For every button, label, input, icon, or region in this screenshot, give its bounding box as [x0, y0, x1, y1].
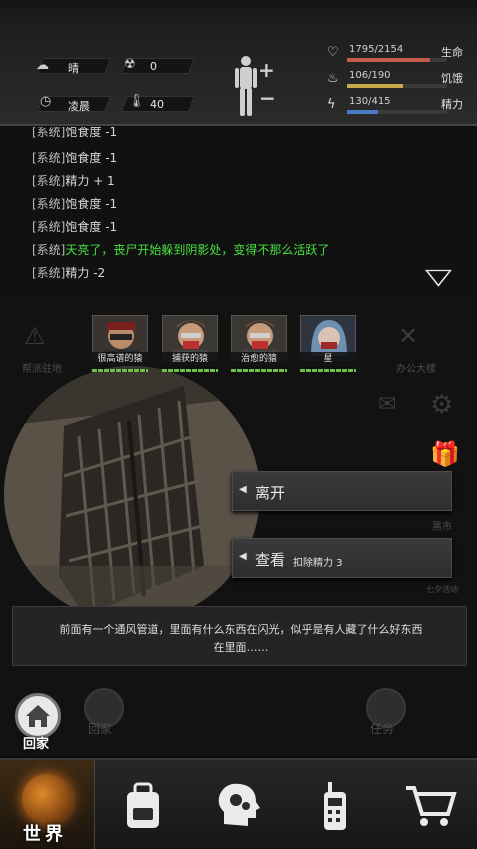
- log-line: [系统]精力 -2: [32, 266, 106, 280]
- status-bar: ☁ 晴 ☢ 0 ◷ 凌晨 🌡 40 + − ♡ 1795/2154 生命 ♨ 1…: [0, 0, 477, 126]
- gift-icon[interactable]: 🎁: [430, 440, 460, 468]
- description-line: 前面有一个通风管道，里面有什么东西在闪光，似乎是有人藏了什么好东西: [59, 623, 423, 636]
- energy-bar: [347, 110, 447, 114]
- minus-icon[interactable]: −: [259, 86, 276, 110]
- faded-left-label: 帮派驻地: [22, 364, 62, 375]
- faded-right-label: 办公大楼: [396, 364, 436, 375]
- survivor-name: 星: [298, 352, 358, 366]
- log-line: [系统]天亮了，丧尸开始躲到阴影处，变得不那么活跃了: [32, 243, 330, 257]
- bottom-tab-bar: 世界: [0, 758, 477, 849]
- tab-radio[interactable]: [286, 760, 381, 849]
- survivor-name: 很高谱的猿: [90, 352, 150, 366]
- description-line: 在里面……: [213, 641, 269, 654]
- survivor-name: 捕获的猿: [160, 352, 220, 366]
- log-line: [系统]饱食度 -1: [32, 197, 118, 211]
- leave-label: 离开: [255, 484, 286, 502]
- health-bar: [347, 58, 447, 62]
- event-description-box: 前面有一个通风管道，里面有什么东西在闪光，似乎是有人藏了什么好东西 在里面……: [12, 606, 467, 666]
- radiation-value: 0: [150, 60, 157, 73]
- temperature-value: 40: [150, 98, 164, 111]
- survivor-health-bar: [92, 369, 148, 372]
- ghost-home-button: 回家: [78, 688, 134, 748]
- event-description: 前面有一个通风管道，里面有什么东西在闪光，似乎是有人藏了什么好东西 在里面……: [33, 621, 449, 657]
- home-label: 回家: [23, 737, 50, 752]
- tab-world-label: 世界: [23, 824, 67, 845]
- ghost-task-label: 任务: [370, 722, 395, 736]
- ghost-task-button: 任务: [360, 688, 416, 748]
- survivor-health-bar: [300, 369, 356, 372]
- shopping-cart-icon: [406, 786, 457, 826]
- home-button[interactable]: 回家: [10, 693, 68, 752]
- body-figure-icon[interactable]: [232, 55, 260, 117]
- food-icon: ♨: [327, 71, 339, 86]
- energy-value: 130/415: [349, 96, 391, 107]
- tab-world[interactable]: 世界: [0, 760, 95, 849]
- ghost-home-label: 回家: [88, 722, 113, 736]
- globe-icon: [22, 774, 72, 824]
- time-value: 凌晨: [68, 100, 90, 113]
- survivor-card[interactable]: 星: [298, 315, 358, 377]
- radiation-icon: ☢: [124, 57, 136, 72]
- metal-gate-image: [4, 366, 260, 622]
- hunger-value: 106/190: [349, 70, 391, 81]
- survivor-card[interactable]: 治愈的猿: [229, 315, 289, 377]
- health-value: 1795/2154: [349, 44, 404, 55]
- warning-icon: ⚠: [24, 322, 46, 350]
- gear-icon[interactable]: ⚙: [430, 390, 453, 420]
- hunger-bar-fill: [347, 84, 403, 88]
- log-line: [系统]饱食度 -1: [32, 220, 118, 234]
- survivor-card[interactable]: 很高谱的猿: [90, 315, 150, 377]
- stat-hunger: ♨ 106/190 饥饿: [325, 70, 475, 92]
- survivor-health-bar: [162, 369, 218, 372]
- plus-icon[interactable]: +: [258, 58, 275, 82]
- office-icon: ✕: [398, 322, 419, 350]
- heart-icon: ♡: [327, 45, 339, 60]
- leave-button[interactable]: ◀ 离开: [232, 471, 452, 511]
- inspect-label: 查看: [255, 551, 286, 569]
- message-log[interactable]: [系统]饱食度 -1 [系统]饱食度 -1 [系统]精力 + 1 [系统]饱食度…: [0, 127, 477, 295]
- stat-energy: ϟ 130/415 精力: [325, 96, 475, 118]
- chevron-down-icon[interactable]: ▽: [425, 265, 452, 290]
- tab-skills[interactable]: [190, 760, 285, 849]
- backpack-icon: [127, 782, 159, 828]
- mail-icon[interactable]: ✉: [378, 392, 396, 417]
- tab-shop[interactable]: [382, 760, 477, 849]
- hunger-bar: [347, 84, 447, 88]
- energy-icon: ϟ: [327, 97, 336, 112]
- weather-value: 晴: [68, 62, 79, 75]
- log-line: [系统]饱食度 -1: [32, 151, 118, 165]
- thermometer-icon: 🌡: [128, 94, 145, 109]
- clock-icon: ◷: [40, 94, 52, 109]
- stat-health: ♡ 1795/2154 生命: [325, 44, 475, 66]
- faded-event-label: 七夕活动: [426, 585, 458, 594]
- walkie-talkie-icon: [324, 782, 346, 830]
- survivor-health-bar: [231, 369, 287, 372]
- arrow-left-icon: ◀: [239, 484, 247, 495]
- tab-backpack[interactable]: [95, 760, 190, 849]
- log-line: [系统]饱食度 -1: [32, 127, 118, 139]
- head-gears-icon: [218, 783, 260, 826]
- inspect-button[interactable]: ◀ 查看 扣除精力 3: [232, 538, 452, 578]
- survivor-name: 治愈的猿: [229, 352, 289, 366]
- health-bar-fill: [347, 58, 430, 62]
- survivor-card[interactable]: 捕获的猿: [160, 315, 220, 377]
- arrow-left-icon: ◀: [239, 551, 247, 562]
- faded-market-label: 黑市: [432, 522, 452, 533]
- log-line: [系统]精力 + 1: [32, 174, 115, 188]
- inspect-cost: 扣除精力 3: [293, 558, 343, 569]
- cloud-sun-icon: ☁: [36, 58, 49, 73]
- scene-view: [4, 366, 260, 622]
- energy-bar-fill: [347, 110, 378, 114]
